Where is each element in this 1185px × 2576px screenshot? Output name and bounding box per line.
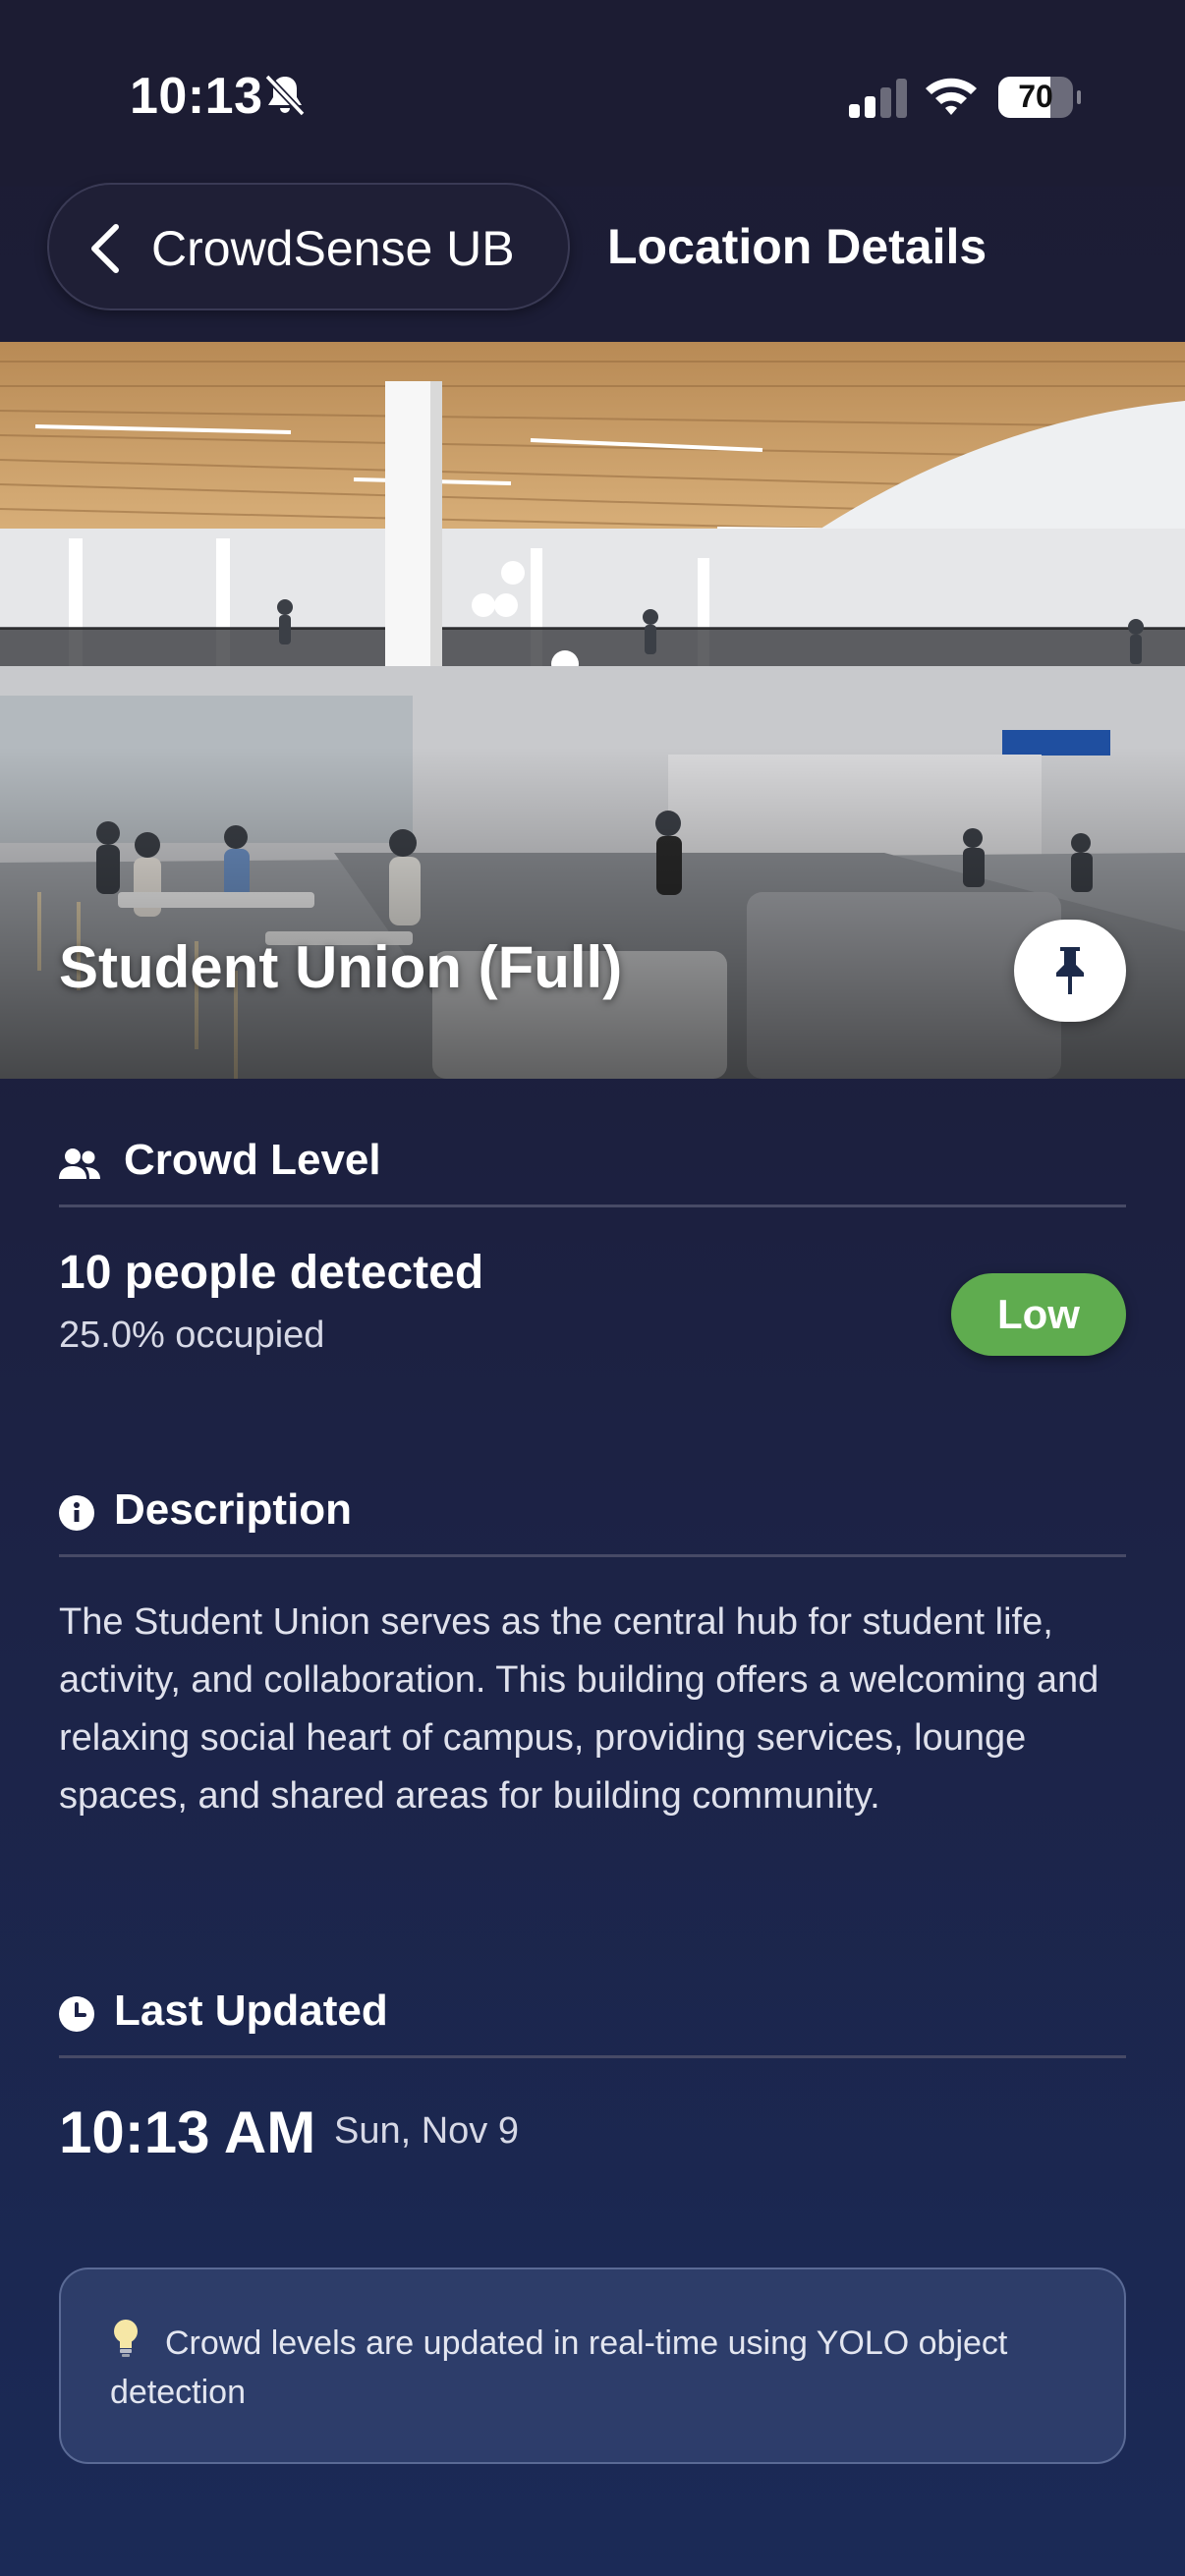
- description-text: The Student Union serves as the central …: [59, 1601, 1100, 1817]
- status-time: 10:13: [130, 68, 263, 125]
- info-note-text: Crowd levels are updated in real-time us…: [110, 2324, 1008, 2411]
- people-count: 10 people detected: [59, 1247, 484, 1299]
- crowd-level-badge: Low: [951, 1273, 1126, 1356]
- wifi-icon: [926, 78, 977, 115]
- battery-icon: 70: [998, 77, 1081, 118]
- battery-level-text: 70: [1018, 79, 1053, 114]
- clock-icon: [59, 1996, 94, 2032]
- signal-icon: [849, 79, 907, 118]
- crowd-level-badge-label: Low: [997, 1291, 1080, 1337]
- pin-button[interactable]: [1014, 920, 1126, 1022]
- info-icon: [59, 1495, 94, 1531]
- last-updated-divider: [59, 2055, 1126, 2058]
- bell-slash-icon: [264, 74, 306, 117]
- status-bar: 10:13 70: [0, 0, 1185, 187]
- back-button[interactable]: CrowdSense UB: [47, 183, 570, 310]
- chevron-left-icon: [91, 224, 119, 273]
- back-button-label: CrowdSense UB: [151, 221, 515, 276]
- occupancy-percent: 25.0% occupied: [59, 1315, 325, 1356]
- description-heading: Description: [114, 1485, 353, 1534]
- people-icon: [59, 1148, 100, 1179]
- last-updated-time: 10:13 AM: [59, 2100, 316, 2165]
- location-name: Student Union (Full): [59, 934, 623, 1000]
- last-updated-date: Sun, Nov 9: [334, 2110, 519, 2152]
- last-updated-heading: Last Updated: [114, 1987, 388, 2035]
- page-title: Location Details: [607, 219, 988, 274]
- description-divider: [59, 1554, 1126, 1557]
- pushpin-icon: [1056, 947, 1084, 994]
- crowd-level-divider: [59, 1204, 1126, 1207]
- crowd-level-heading: Crowd Level: [124, 1136, 381, 1184]
- info-note: Crowd levels are updated in real-time us…: [59, 2268, 1126, 2464]
- location-hero-image: Student Union (Full): [0, 342, 1185, 1079]
